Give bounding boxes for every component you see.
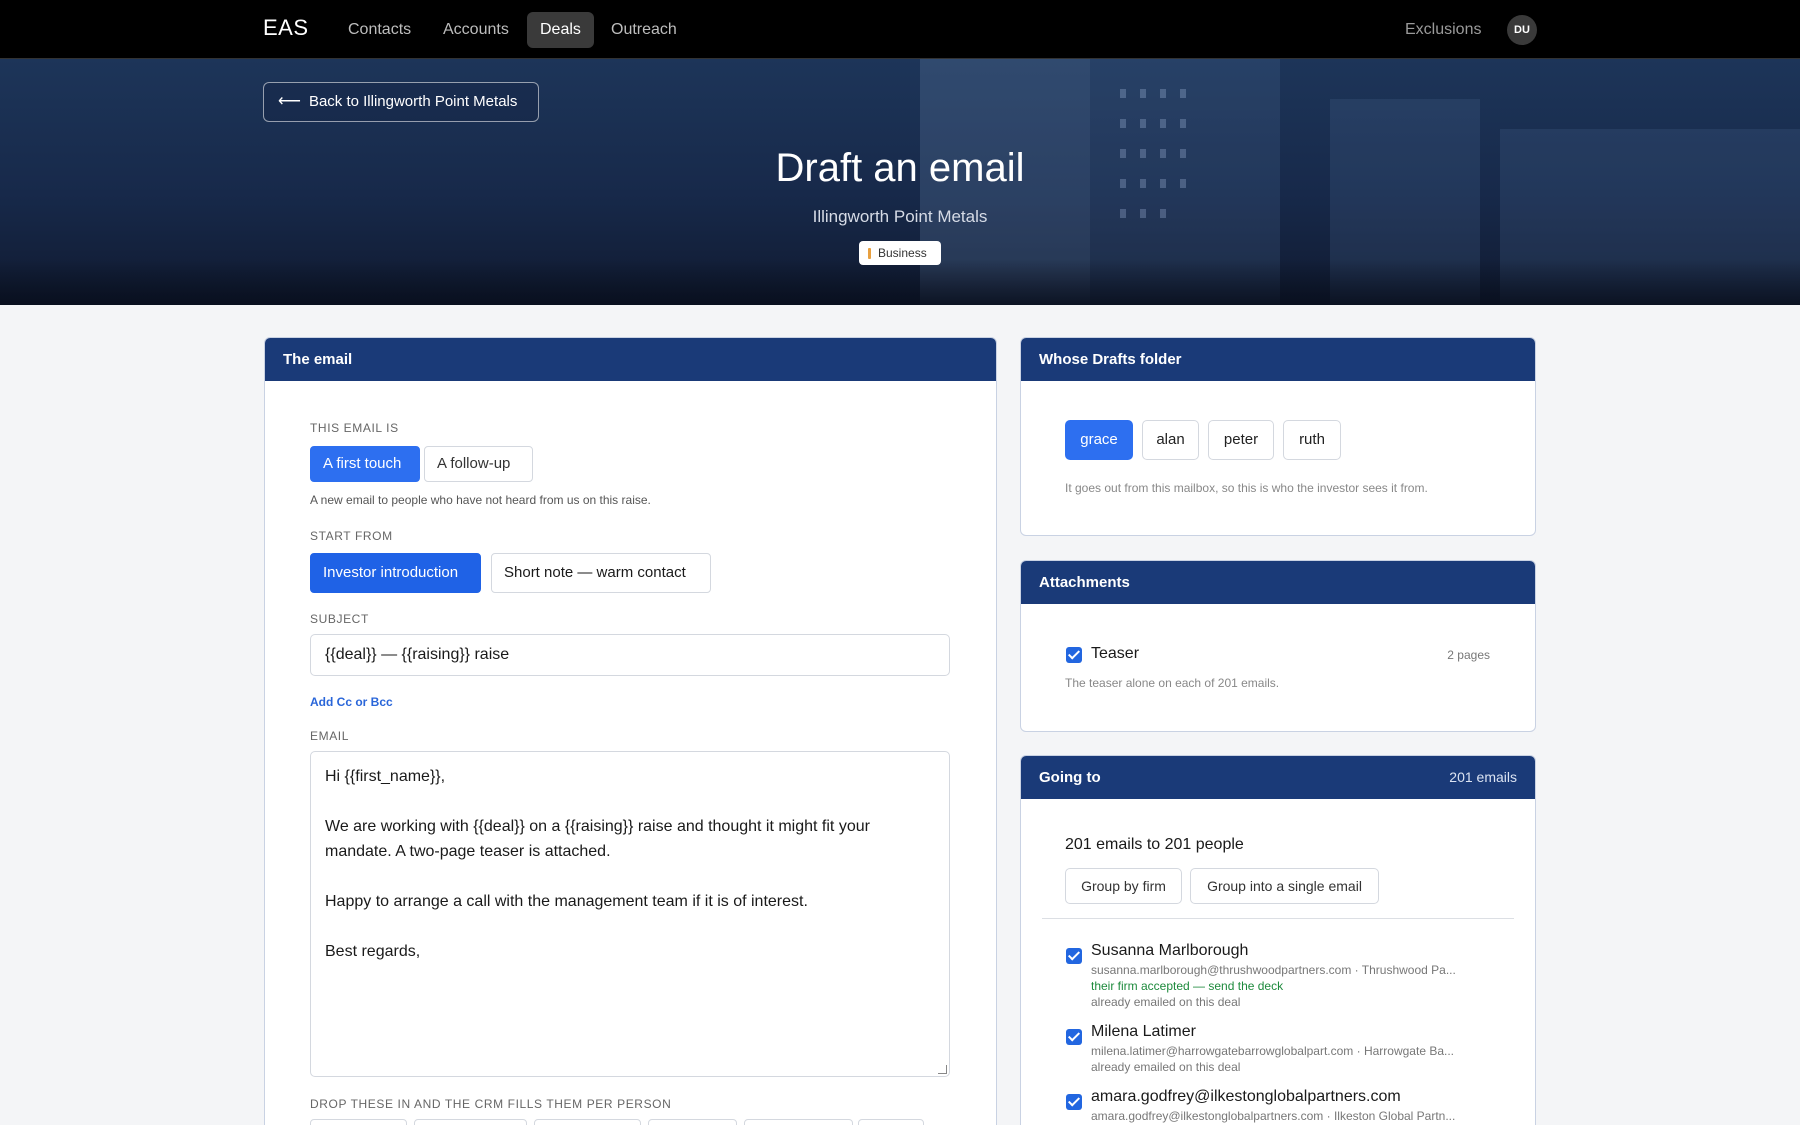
template-short-note[interactable]: Short note — warm contact xyxy=(491,553,711,593)
group-single-email-button[interactable]: Group into a single email xyxy=(1190,868,1379,904)
recipient-note: already emailed on this deal xyxy=(1091,995,1241,1009)
recipient-email: milena.latimer@harrowgatebarrowglobalpar… xyxy=(1091,1044,1454,1058)
subject-input[interactable] xyxy=(310,634,950,676)
body-line: mandate. A two-page teaser is attached. xyxy=(325,843,611,860)
recipient-name: amara.godfrey@ilkestonglobalpartners.com xyxy=(1091,1088,1401,1105)
brand-logo[interactable]: EAS xyxy=(263,15,309,41)
back-button-label: Back to Illingworth Point Metals xyxy=(308,93,518,110)
nav-link-exclusions[interactable]: Exclusions xyxy=(1405,21,1481,39)
recipient-checkbox[interactable] xyxy=(1066,948,1082,964)
body-line: Best regards, xyxy=(325,943,421,960)
attachment-pages: 2 pages xyxy=(1447,648,1490,662)
body-line: We are working with {{deal}} on a {{rais… xyxy=(325,818,870,835)
mailbox-grace[interactable]: grace xyxy=(1065,420,1133,460)
mailbox-alan[interactable]: alan xyxy=(1142,420,1199,460)
divider xyxy=(1042,918,1514,919)
drafts-hint: It goes out from this mailbox, so this i… xyxy=(1065,481,1428,495)
recipient-checkbox[interactable] xyxy=(1066,1029,1082,1045)
drafts-panel-header: Whose Drafts folder xyxy=(1021,338,1535,381)
resize-handle-icon[interactable] xyxy=(938,1065,947,1074)
nav-link-contacts[interactable]: Contacts xyxy=(335,12,424,48)
recipient-name: Milena Latimer xyxy=(1091,1023,1196,1040)
email-type-hint: A new email to people who have not heard… xyxy=(310,493,651,507)
recipient-note: already emailed on this deal xyxy=(1091,1060,1241,1074)
merge-fields-label: DROP THESE IN AND THE CRM FILLS THEM PER… xyxy=(310,1097,672,1111)
nav-link-deals[interactable]: Deals xyxy=(527,12,594,48)
option-follow-up[interactable]: A follow-up xyxy=(424,446,533,482)
recipient-email: susanna.marlborough@thrushwoodpartners.c… xyxy=(1091,963,1456,977)
email-type-label: THIS EMAIL IS xyxy=(310,421,399,435)
merge-field-chip[interactable] xyxy=(534,1119,641,1125)
attachments-hint: The teaser alone on each of 201 emails. xyxy=(1065,676,1280,690)
merge-field-chip[interactable] xyxy=(648,1119,737,1125)
status-badge: Business xyxy=(859,241,941,265)
mailbox-ruth[interactable]: ruth xyxy=(1283,420,1341,460)
body-line xyxy=(325,864,935,889)
attachment-name: Teaser xyxy=(1091,645,1140,662)
recipient-email: amara.godfrey@ilkestonglobalpartners.com… xyxy=(1091,1109,1456,1123)
badge-marker-icon xyxy=(868,248,871,259)
email-body-textarea[interactable]: Hi {{first_name}}, We are working with {… xyxy=(310,751,950,1077)
merge-field-chip[interactable] xyxy=(414,1119,527,1125)
email-panel-header: The email xyxy=(265,338,996,381)
teaser-checkbox[interactable] xyxy=(1066,647,1082,663)
attachments-panel-header: Attachments xyxy=(1021,561,1535,604)
group-by-firm-button[interactable]: Group by firm xyxy=(1065,868,1182,904)
option-first-touch[interactable]: A first touch xyxy=(310,446,420,482)
recipient-checkbox[interactable] xyxy=(1066,1094,1082,1110)
mailbox-peter[interactable]: peter xyxy=(1208,420,1274,460)
badge-label: Business xyxy=(878,246,927,260)
body-line xyxy=(325,789,935,814)
top-nav: EAS Contacts Accounts Deals Outreach Exc… xyxy=(0,0,1800,59)
body-line: Happy to arrange a call with the managem… xyxy=(325,893,808,910)
back-button[interactable]: ⟵ Back to Illingworth Point Metals xyxy=(263,82,539,122)
user-avatar[interactable]: DU xyxy=(1507,15,1537,45)
merge-field-chip[interactable] xyxy=(310,1119,407,1125)
recipient-name: Susanna Marlborough xyxy=(1091,942,1249,959)
template-investor-introduction[interactable]: Investor introduction xyxy=(310,553,481,593)
body-line: Hi {{first_name}}, xyxy=(325,768,446,785)
subject-label: SUBJECT xyxy=(310,612,369,626)
recipients-summary: 201 emails to 201 people xyxy=(1065,836,1244,853)
going-to-title: Going to xyxy=(1039,769,1101,786)
page-title: Draft an email xyxy=(775,146,1025,190)
start-from-label: START FROM xyxy=(310,529,393,543)
merge-field-chip[interactable] xyxy=(858,1119,924,1125)
page-subtitle: Illingworth Point Metals xyxy=(812,207,988,226)
add-cc-bcc-link[interactable]: Add Cc or Bcc xyxy=(310,695,393,709)
email-count-badge: 201 emails xyxy=(1449,769,1517,785)
merge-field-chip[interactable] xyxy=(744,1119,853,1125)
body-line xyxy=(325,914,935,939)
arrow-left-icon: ⟵ xyxy=(278,93,301,110)
recipient-status: their firm accepted — send the deck xyxy=(1091,979,1284,993)
going-to-panel-header: Going to 201 emails xyxy=(1021,756,1535,799)
nav-link-accounts[interactable]: Accounts xyxy=(430,12,522,48)
email-body-label: EMAIL xyxy=(310,729,350,743)
nav-link-outreach[interactable]: Outreach xyxy=(598,12,690,48)
